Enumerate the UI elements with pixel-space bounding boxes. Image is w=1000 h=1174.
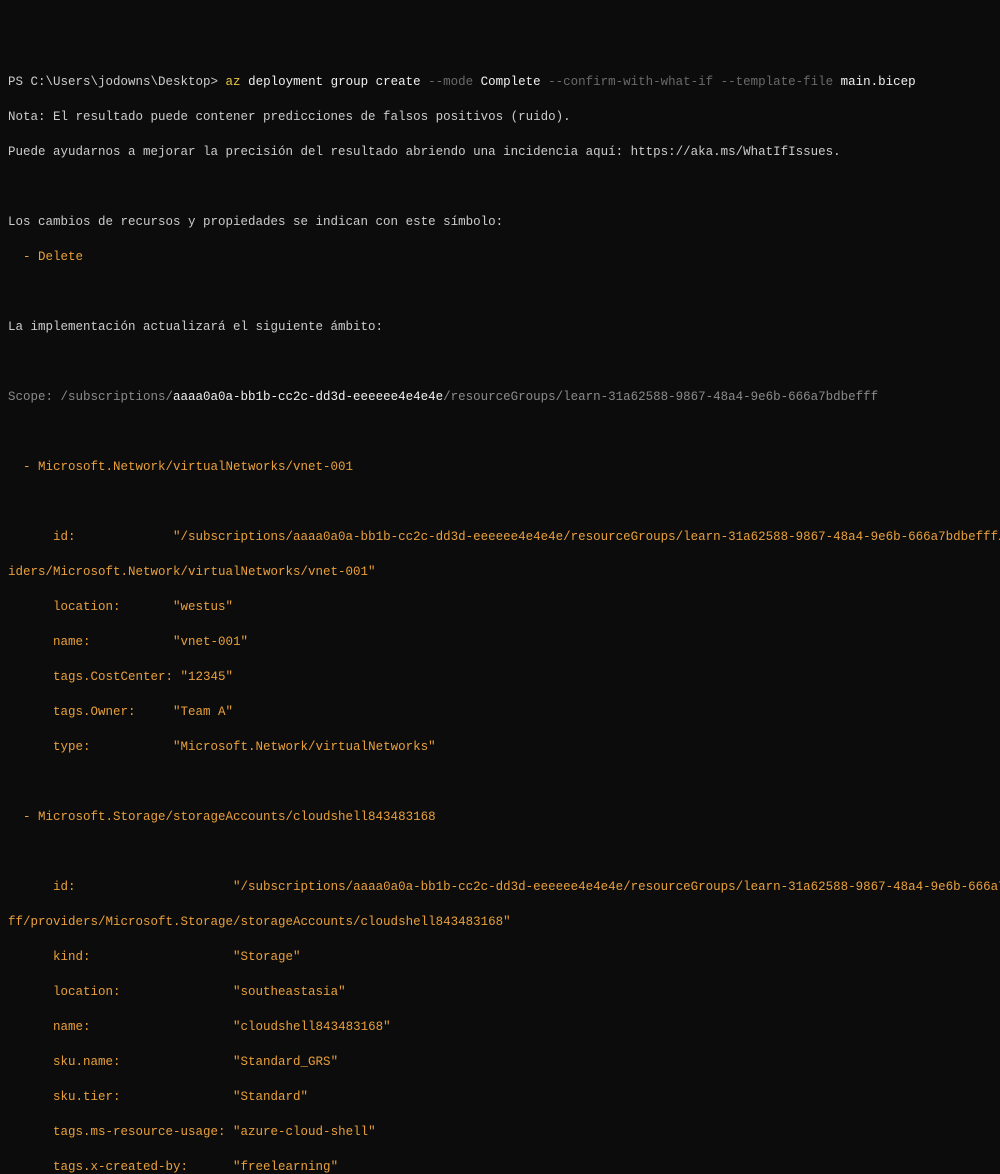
- cmd-az: az: [226, 75, 241, 89]
- res1-name: name: "vnet-001": [8, 634, 992, 652]
- res2-name: name: "cloudshell843483168": [8, 1019, 992, 1037]
- res2-tag-created-by: tags.x-created-by: "freelearning": [8, 1159, 992, 1174]
- scope-intro: La implementación actualizará el siguien…: [8, 319, 992, 337]
- res1-costcenter: tags.CostCenter: "12345": [8, 669, 992, 687]
- res2-id-cont: ff/providers/Microsoft.Storage/storageAc…: [8, 914, 992, 932]
- scope-sub-id: aaaa0a0a-bb1b-cc2c-dd3d-eeeeee4e4e4e: [173, 390, 443, 404]
- cmd-mode-flag: --mode: [428, 75, 473, 89]
- cmd-deploy: deployment group create: [241, 75, 429, 89]
- res2-kind: kind: "Storage": [8, 949, 992, 967]
- scope-prefix: Scope: /subscriptions/: [8, 390, 173, 404]
- res2-tag-resource-usage: tags.ms-resource-usage: "azure-cloud-she…: [8, 1124, 992, 1142]
- res2-id: id: "/subscriptions/aaaa0a0a-bb1b-cc2c-d…: [8, 879, 992, 897]
- res1-type: type: "Microsoft.Network/virtualNetworks…: [8, 739, 992, 757]
- res2-sku-name: sku.name: "Standard_GRS": [8, 1054, 992, 1072]
- note-line-2: Puede ayudarnos a mejorar la precisión d…: [8, 144, 992, 162]
- scope-line: Scope: /subscriptions/aaaa0a0a-bb1b-cc2c…: [8, 389, 992, 407]
- res1-location: location: "westus": [8, 599, 992, 617]
- resource-2-header: - Microsoft.Storage/storageAccounts/clou…: [8, 809, 992, 827]
- resource-1-header: - Microsoft.Network/virtualNetworks/vnet…: [8, 459, 992, 477]
- res1-id-cont: iders/Microsoft.Network/virtualNetworks/…: [8, 564, 992, 582]
- res1-id: id: "/subscriptions/aaaa0a0a-bb1b-cc2c-d…: [8, 529, 992, 547]
- note-line-1: Nota: El resultado puede contener predic…: [8, 109, 992, 127]
- terminal-output: PS C:\Users\jodowns\Desktop> az deployme…: [8, 74, 992, 1174]
- delete-symbol: - Delete: [8, 249, 992, 267]
- res1-owner: tags.Owner: "Team A": [8, 704, 992, 722]
- changes-header: Los cambios de recursos y propiedades se…: [8, 214, 992, 232]
- cmd-flags-gray: --confirm-with-what-if --template-file: [548, 75, 833, 89]
- scope-suffix: /resourceGroups/learn-31a62588-9867-48a4…: [443, 390, 878, 404]
- cmd-bicep: main.bicep: [833, 75, 916, 89]
- res2-sku-tier: sku.tier: "Standard": [8, 1089, 992, 1107]
- prompt-path: PS C:\Users\jodowns\Desktop>: [8, 75, 226, 89]
- command-line: PS C:\Users\jodowns\Desktop> az deployme…: [8, 74, 992, 92]
- cmd-complete: Complete: [473, 75, 548, 89]
- res2-location: location: "southeastasia": [8, 984, 992, 1002]
